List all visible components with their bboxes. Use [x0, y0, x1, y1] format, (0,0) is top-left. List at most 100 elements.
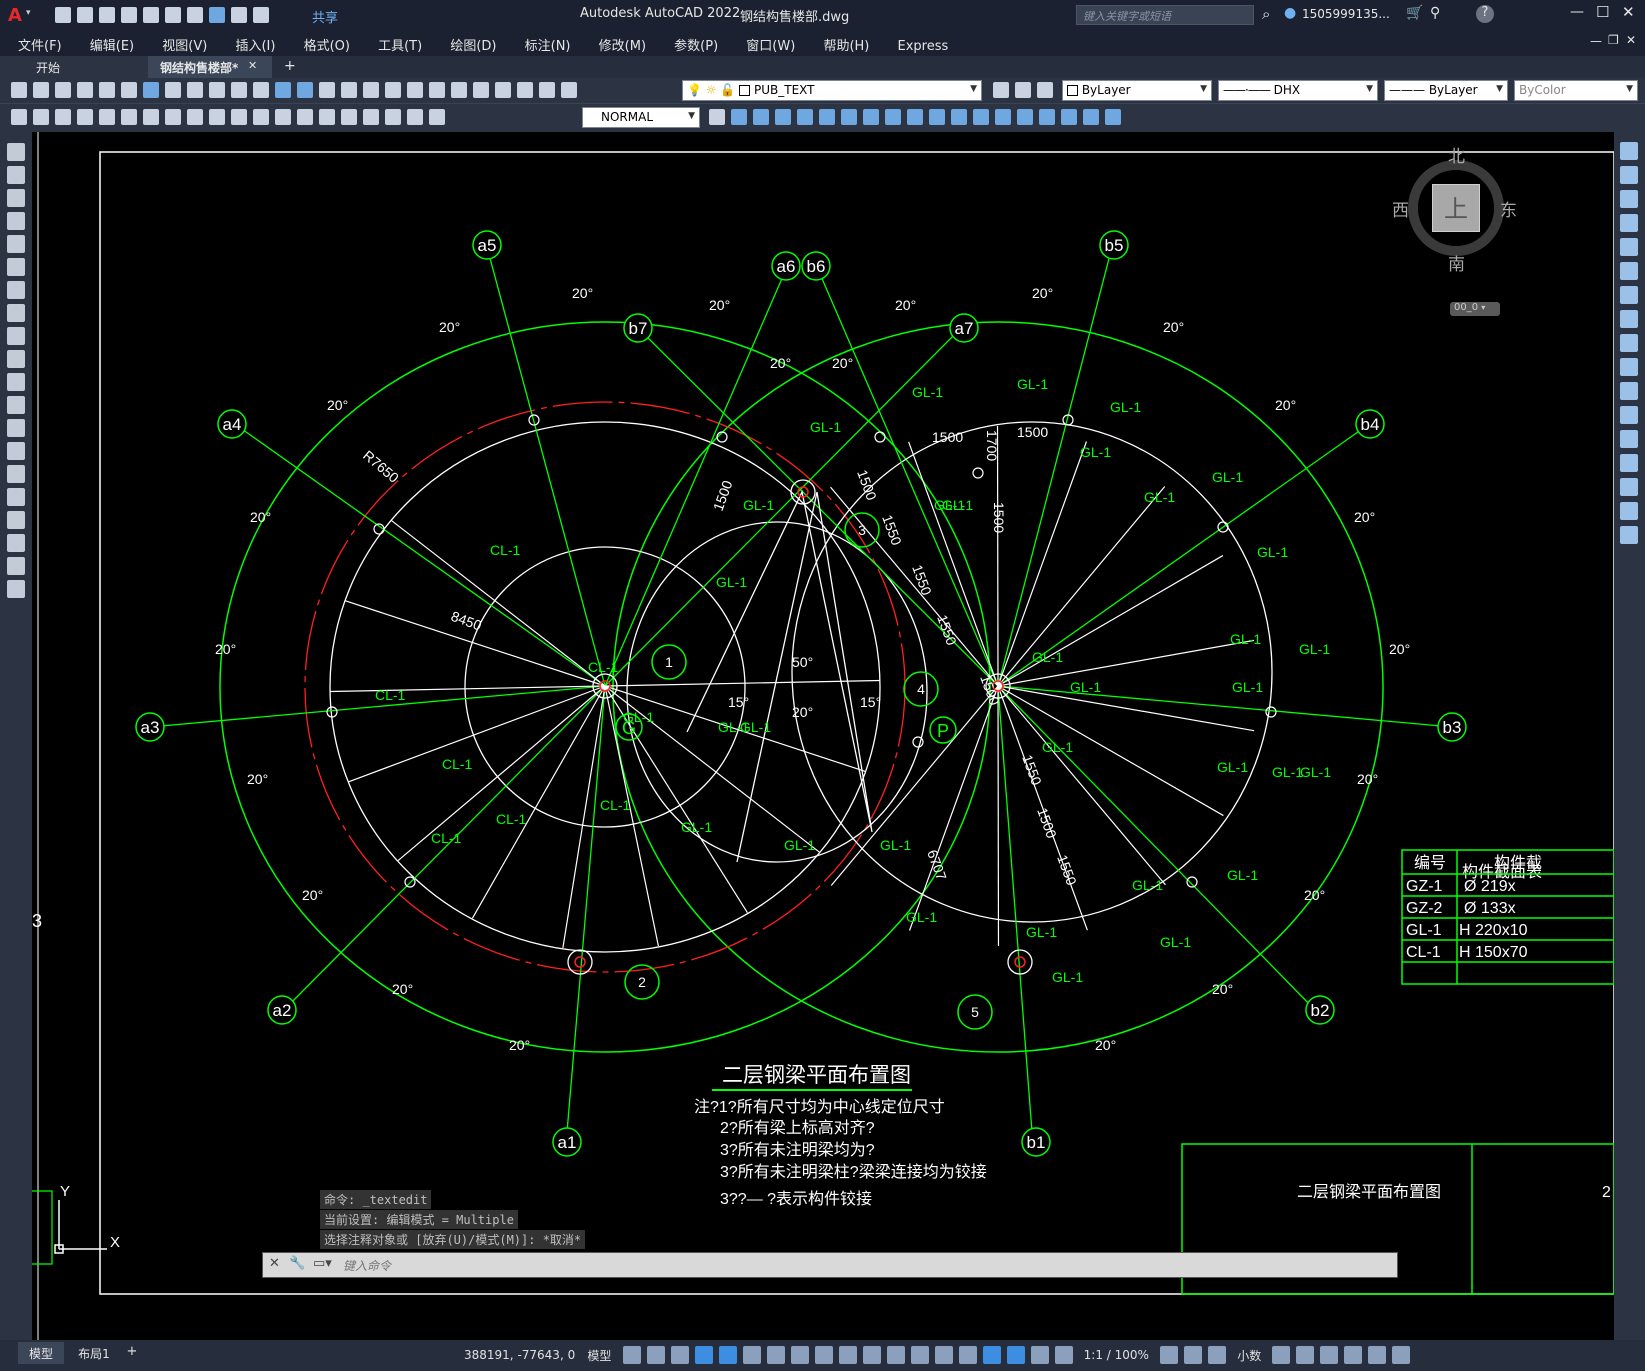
dim-break-icon[interactable]: [275, 109, 291, 125]
selection-cycling-icon[interactable]: [886, 1346, 905, 1364]
mtext-icon[interactable]: [7, 557, 25, 575]
dim-angular-icon[interactable]: [165, 109, 181, 125]
menu-format[interactable]: 格式(O): [304, 35, 350, 54]
dynamic-input-icon[interactable]: [694, 1346, 713, 1364]
layer-dropdown[interactable]: 💡 ☼ 🔓 PUB_TEXT ▼: [682, 80, 982, 101]
cart-icon[interactable]: 🛒: [1406, 5, 1423, 21]
tb-zoom-previous-icon[interactable]: [385, 82, 401, 98]
quick-properties-icon[interactable]: [1272, 1346, 1291, 1364]
menu-view[interactable]: 视图(V): [162, 35, 207, 54]
tb-publish-icon[interactable]: [121, 82, 137, 98]
open-from-web-icon[interactable]: [143, 7, 159, 23]
tab-close-icon[interactable]: ✕: [248, 59, 257, 72]
doc-restore-icon[interactable]: ❐: [1608, 33, 1619, 47]
tb-markup-icon[interactable]: [495, 82, 511, 98]
tb-help-icon[interactable]: [539, 82, 555, 98]
make-current-layer-icon[interactable]: [993, 82, 1009, 98]
tab-document[interactable]: 钢结构售楼部* ✕: [148, 56, 272, 78]
tb-3d-icon[interactable]: [143, 82, 159, 98]
menu-help[interactable]: 帮助(H): [823, 35, 869, 54]
transparency-icon[interactable]: [862, 1346, 881, 1364]
auto-scale-icon[interactable]: [1030, 1346, 1049, 1364]
tolerance-icon[interactable]: [297, 109, 313, 125]
break-at-point-icon[interactable]: [1620, 406, 1638, 424]
viewcube-north[interactable]: 北: [1448, 142, 1465, 167]
dim-continue-icon[interactable]: [231, 109, 247, 125]
open-file-icon[interactable]: [77, 7, 93, 23]
draw-construction-line-icon[interactable]: [7, 166, 25, 184]
modify-offset-icon[interactable]: [797, 109, 813, 125]
redo-icon[interactable]: [231, 7, 247, 23]
app-menu-chevron-icon[interactable]: ▾: [26, 8, 31, 18]
modify-rotate-icon[interactable]: [863, 109, 879, 125]
menu-draw[interactable]: 绘图(D): [450, 35, 496, 54]
annotation-visibility-icon[interactable]: [1006, 1346, 1025, 1364]
draw-polygon-icon[interactable]: [7, 212, 25, 230]
tb-properties-icon[interactable]: [407, 82, 423, 98]
tb-calculator-icon[interactable]: [517, 82, 533, 98]
fillet-icon[interactable]: [1620, 502, 1638, 520]
tb-pan-icon[interactable]: [319, 82, 335, 98]
tb-sheetset-icon[interactable]: [473, 82, 489, 98]
doc-close-icon[interactable]: ✕: [1626, 33, 1636, 47]
snap-icon[interactable]: [646, 1346, 665, 1364]
gradient-icon[interactable]: [7, 488, 25, 506]
tb-toolpalette-icon[interactable]: [451, 82, 467, 98]
modify-explode-icon[interactable]: [1083, 109, 1099, 125]
make-block-icon[interactable]: [7, 419, 25, 437]
menu-edit[interactable]: 编辑(E): [90, 35, 134, 54]
help-icon[interactable]: ?: [1476, 5, 1494, 23]
dim-arclength-icon[interactable]: [55, 109, 71, 125]
tab-start[interactable]: 开始: [0, 56, 148, 78]
modify-copy-icon[interactable]: [753, 109, 769, 125]
menu-express[interactable]: Express: [898, 39, 949, 54]
modify-break-icon[interactable]: [973, 109, 989, 125]
move-icon[interactable]: [1620, 262, 1638, 280]
modify-join-icon[interactable]: [995, 109, 1011, 125]
copy-icon[interactable]: [1620, 166, 1638, 184]
tb-redo-icon[interactable]: [297, 82, 313, 98]
tb-preview-icon[interactable]: [99, 82, 115, 98]
tb-matchprop-icon[interactable]: [231, 82, 247, 98]
draw-line-icon[interactable]: [7, 143, 25, 161]
minimize-icon[interactable]: —: [1570, 4, 1584, 20]
menu-dimension[interactable]: 标注(N): [525, 35, 571, 54]
tb-copy-icon[interactable]: [187, 82, 203, 98]
search-input[interactable]: 键入关键字或短语: [1076, 5, 1254, 25]
isolate-objects-icon[interactable]: [1320, 1346, 1339, 1364]
user-icon[interactable]: ●: [1284, 5, 1296, 21]
color-dropdown[interactable]: ByLayer ▼: [1062, 80, 1212, 101]
selection-filter-icon[interactable]: [958, 1346, 977, 1364]
viewcube-south[interactable]: 南: [1448, 250, 1465, 275]
ortho-icon[interactable]: [718, 1346, 737, 1364]
3d-osnap-icon[interactable]: [910, 1346, 929, 1364]
modify-fillet-icon[interactable]: [1039, 109, 1055, 125]
gizmo-icon[interactable]: [982, 1346, 1001, 1364]
join-icon[interactable]: [1620, 454, 1638, 472]
search-icon[interactable]: ⌕: [1262, 5, 1270, 23]
object-snap-tracking-icon[interactable]: [790, 1346, 809, 1364]
draw-point-icon[interactable]: [7, 442, 25, 460]
dimstyle-manager-icon[interactable]: [709, 109, 725, 125]
units-value[interactable]: 小数: [1237, 1347, 1261, 1364]
menu-modify[interactable]: 修改(M): [599, 35, 646, 54]
dim-space-icon[interactable]: [253, 109, 269, 125]
modify-array-icon[interactable]: [819, 109, 835, 125]
share-button[interactable]: 共享: [312, 7, 338, 26]
annotation-monitor-icon[interactable]: [1184, 1346, 1203, 1364]
center-mark-icon[interactable]: [319, 109, 335, 125]
offset-icon[interactable]: [1620, 214, 1638, 232]
dim-ordinate-icon[interactable]: [77, 109, 93, 125]
dim-aligned-icon[interactable]: [33, 109, 49, 125]
plot-icon[interactable]: [187, 7, 203, 23]
tb-designcenter-icon[interactable]: [429, 82, 445, 98]
stretch-icon[interactable]: [1620, 334, 1638, 352]
viewcube-top-face[interactable]: 上: [1432, 184, 1480, 232]
grid-icon[interactable]: [622, 1346, 641, 1364]
add-selected-icon[interactable]: [7, 580, 25, 598]
plotstyle-dropdown[interactable]: ByColor ▼: [1514, 80, 1638, 101]
units-selector-icon[interactable]: [1208, 1346, 1227, 1364]
modify-erase-icon[interactable]: [731, 109, 747, 125]
tb-paste-icon[interactable]: [209, 82, 225, 98]
doc-minimize-icon[interactable]: —: [1590, 34, 1602, 48]
